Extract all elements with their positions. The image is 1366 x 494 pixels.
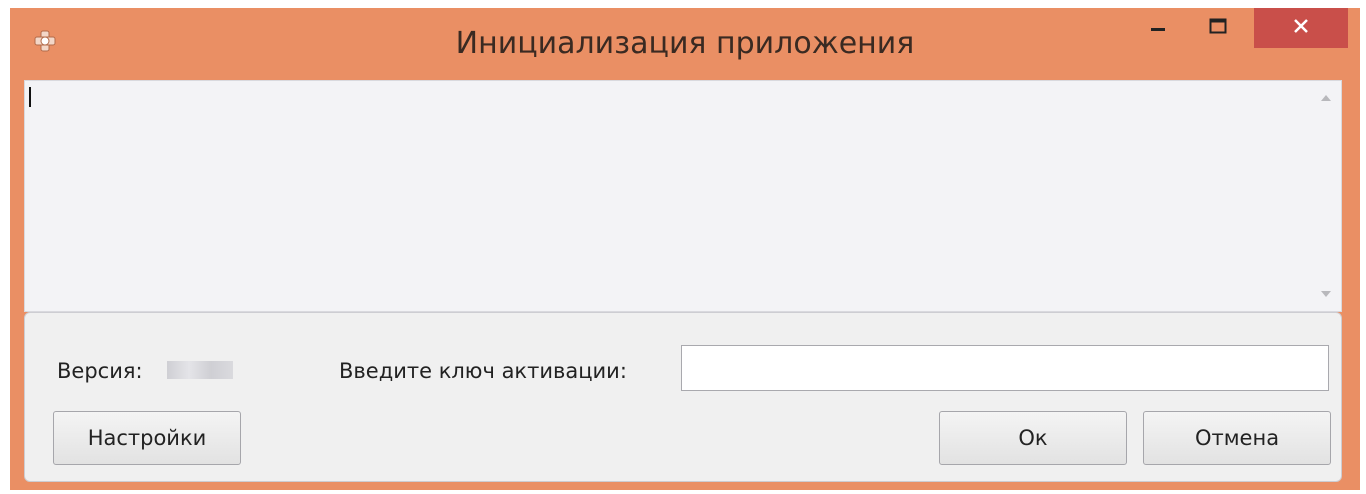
maximize-button[interactable] <box>1196 8 1240 48</box>
version-label: Версия: <box>57 359 143 383</box>
activation-key-input[interactable] <box>681 345 1329 391</box>
close-icon <box>1293 18 1309 38</box>
activation-key-label: Введите ключ активации: <box>339 359 627 383</box>
controls-panel: Версия: Введите ключ активации: Настройк… <box>24 312 1342 482</box>
maximize-icon <box>1209 18 1227 38</box>
close-button[interactable] <box>1254 8 1348 48</box>
cancel-button[interactable]: Отмена <box>1143 411 1331 465</box>
version-value-blurred <box>167 361 233 379</box>
log-textarea[interactable] <box>24 80 1342 312</box>
settings-button[interactable]: Настройки <box>53 411 241 465</box>
scroll-up-icon[interactable] <box>1321 95 1331 101</box>
scroll-down-icon[interactable] <box>1321 291 1331 297</box>
ok-button[interactable]: Ок <box>939 411 1127 465</box>
minimize-button[interactable] <box>1136 8 1180 48</box>
minimize-icon <box>1150 18 1166 38</box>
title-bar[interactable]: Инициализация приложения <box>10 8 1360 80</box>
dialog-window: Инициализация приложения Версия: Введите… <box>10 8 1360 490</box>
text-caret <box>29 87 31 107</box>
